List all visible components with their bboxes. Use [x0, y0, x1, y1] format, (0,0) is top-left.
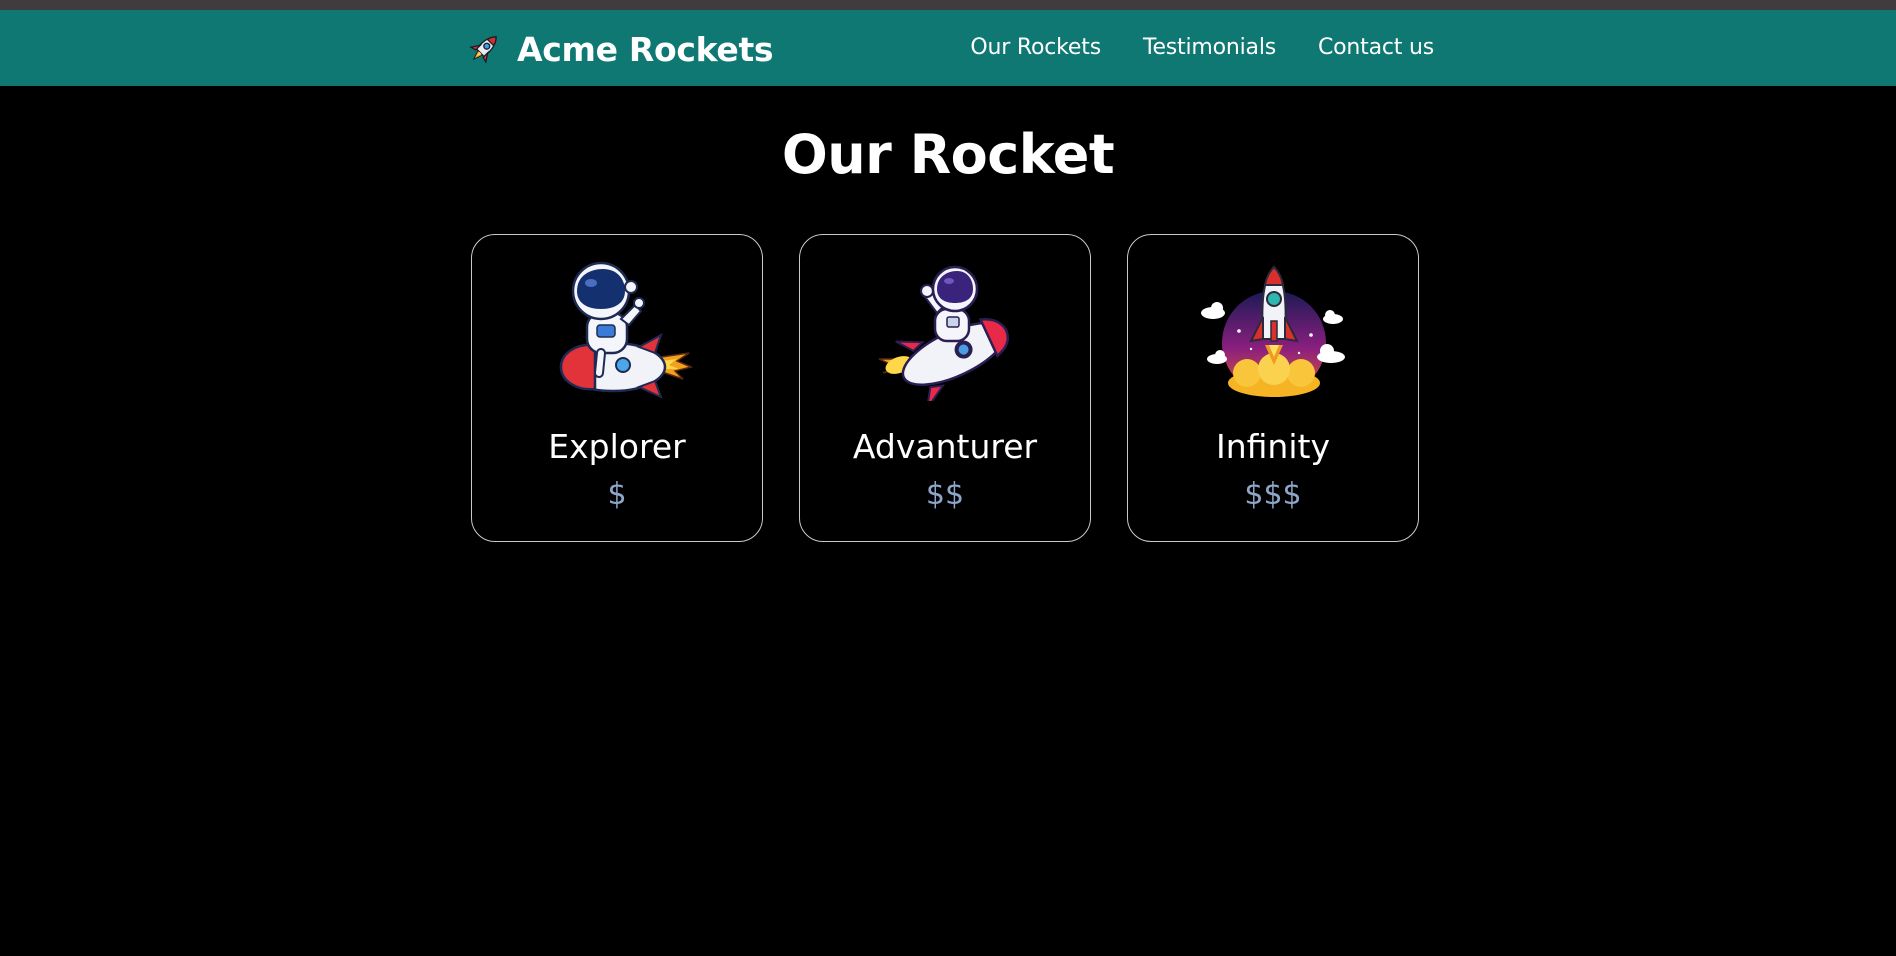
astronaut-waving-on-rocket-image: [878, 265, 1009, 401]
brand-link[interactable]: Acme Rockets: [463, 28, 774, 70]
card-name: Explorer: [548, 427, 686, 466]
browser-top-strip: [0, 0, 1896, 10]
card-price: $$: [925, 477, 965, 512]
nav-link-testimonials[interactable]: Testimonials: [1143, 31, 1276, 65]
navbar: Acme Rockets Our Rockets Testimonials Co…: [0, 10, 1896, 86]
astronaut-riding-rocket-image: [559, 261, 693, 399]
rocket-launch-image: [1201, 265, 1345, 397]
card-price: $: [607, 477, 627, 512]
card-name: Infinity: [1216, 427, 1330, 466]
page-title: Our Rocket: [781, 123, 1115, 186]
main-nav: Our Rockets Testimonials Contact us: [970, 31, 1434, 65]
rocket-card-infinity[interactable]: Infinity $$$: [1127, 234, 1419, 542]
rocket-cards: Explorer $ Advanturer $$ Infinity $$$: [471, 234, 1419, 542]
rocket-icon: [469, 36, 497, 64]
rocket-card-advanturer[interactable]: Advanturer $$: [799, 234, 1091, 542]
card-price: $$$: [1244, 477, 1302, 512]
brand-name: Acme Rockets: [517, 29, 774, 69]
nav-link-contact-us[interactable]: Contact us: [1318, 31, 1434, 65]
nav-link-our-rockets[interactable]: Our Rockets: [970, 31, 1101, 65]
card-name: Advanturer: [852, 427, 1038, 466]
rocket-card-explorer[interactable]: Explorer $: [471, 234, 763, 542]
